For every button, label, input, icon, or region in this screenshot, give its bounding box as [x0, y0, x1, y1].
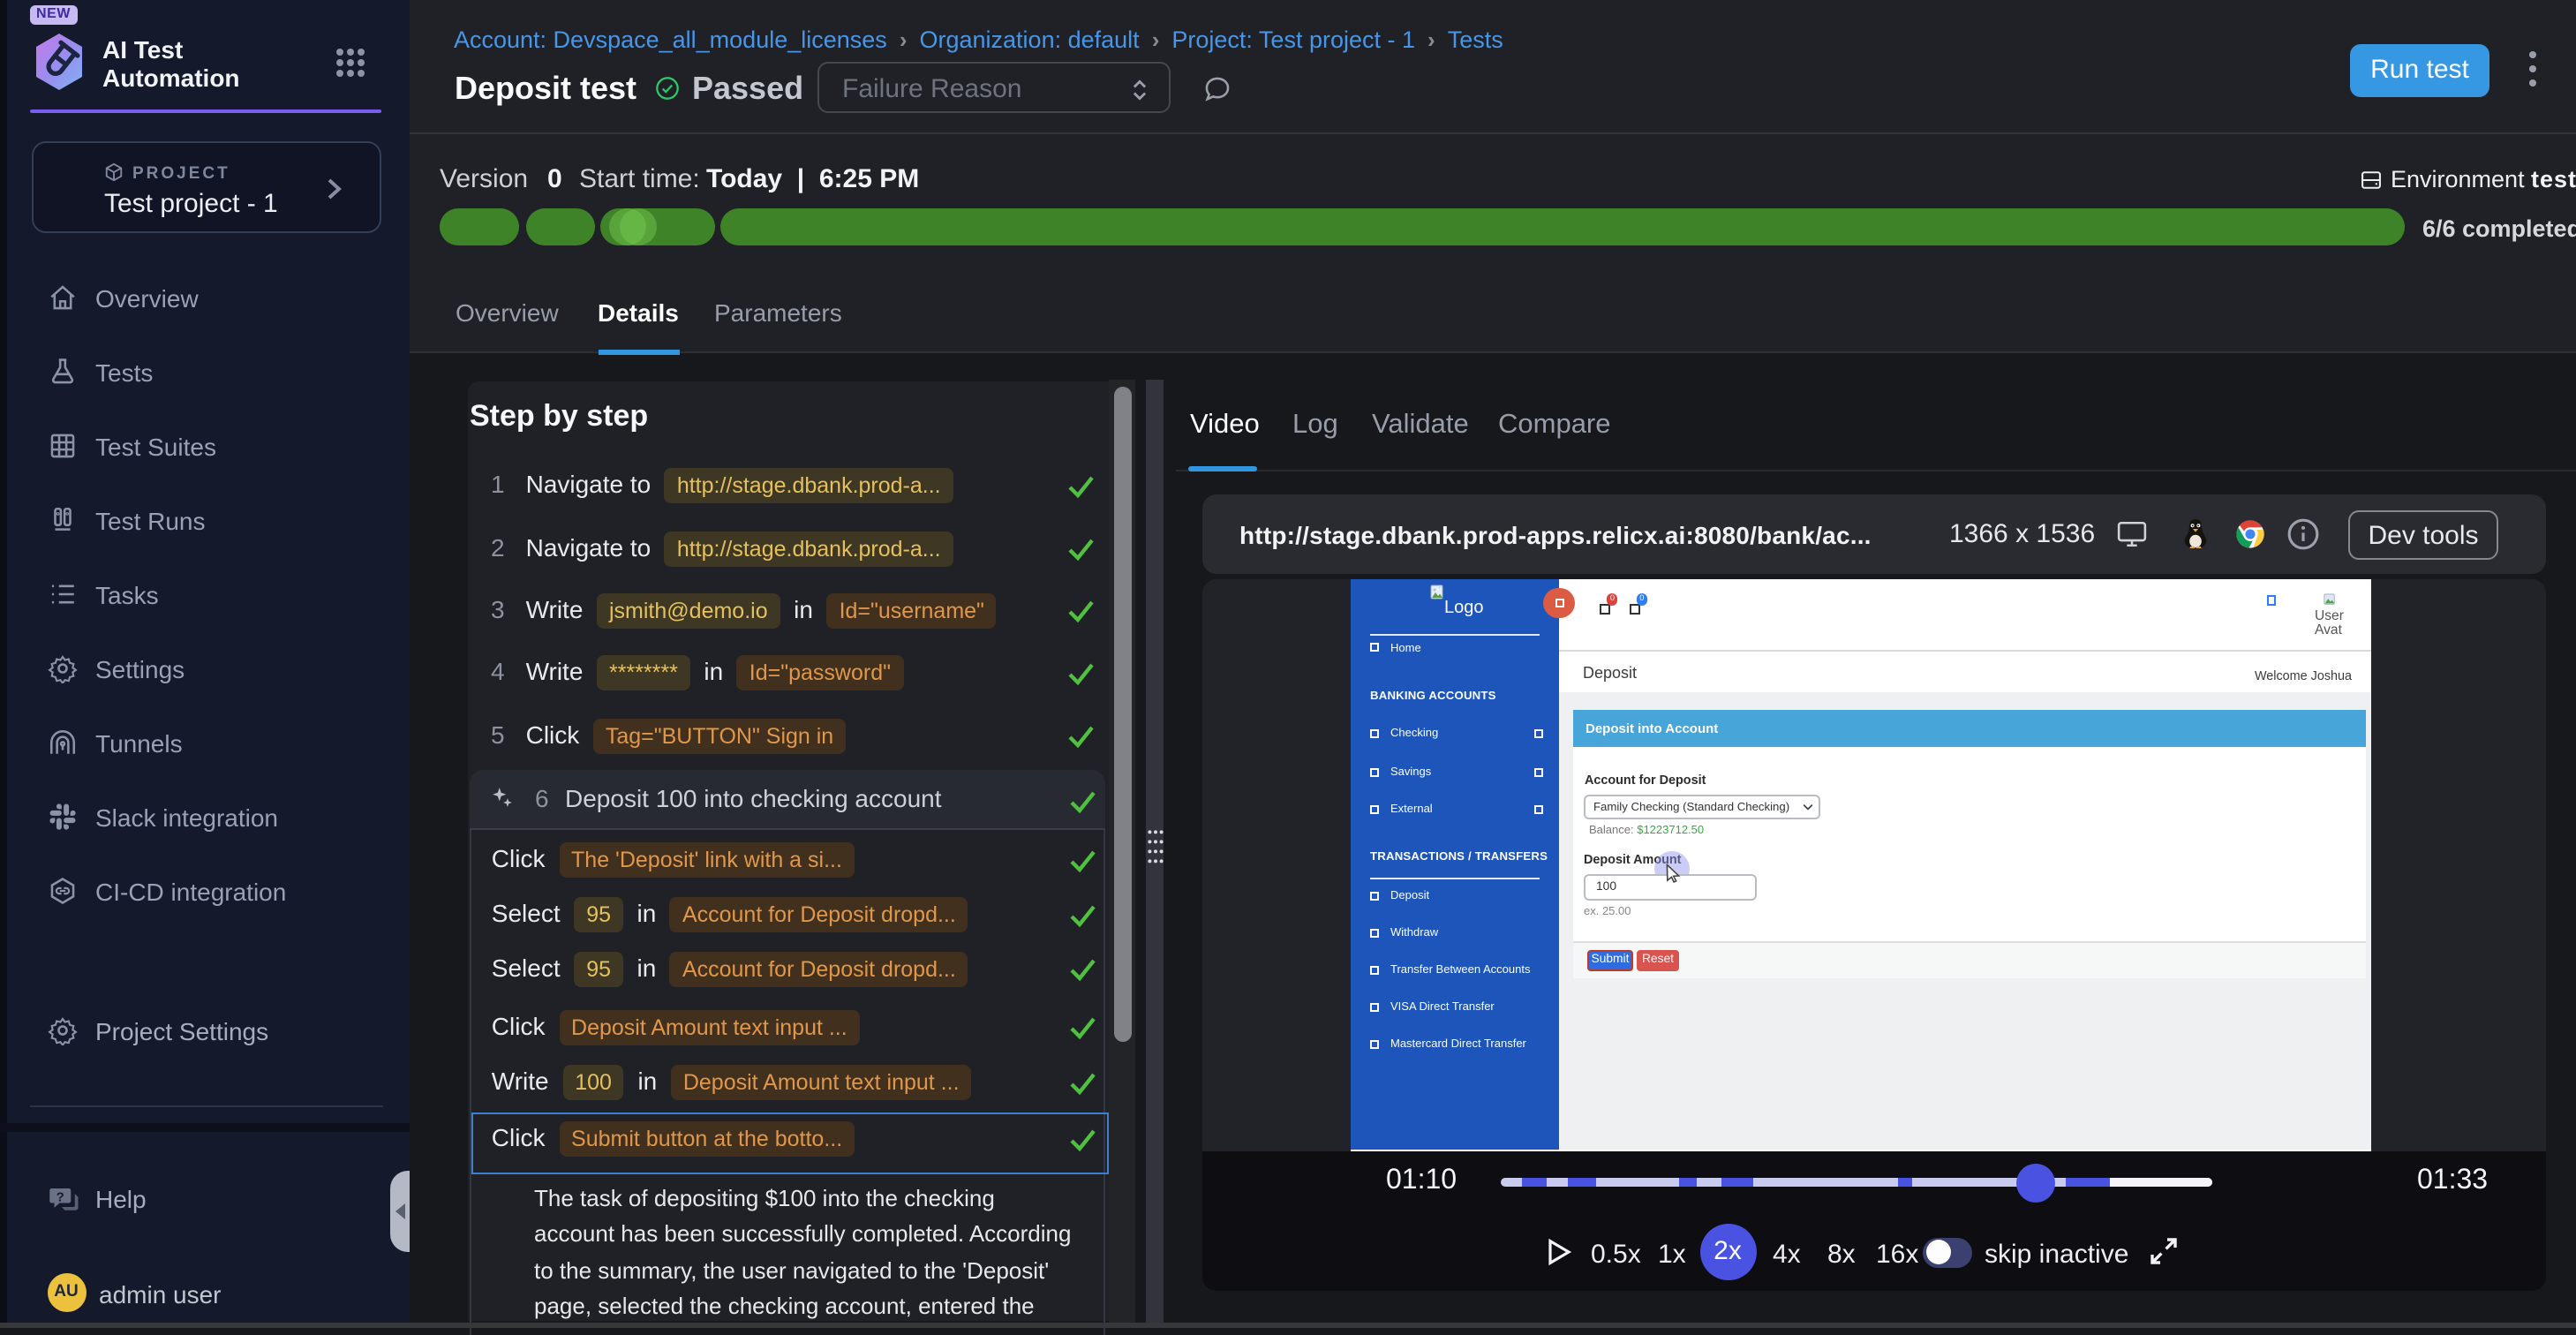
svg-text:?: ?	[56, 1189, 64, 1204]
